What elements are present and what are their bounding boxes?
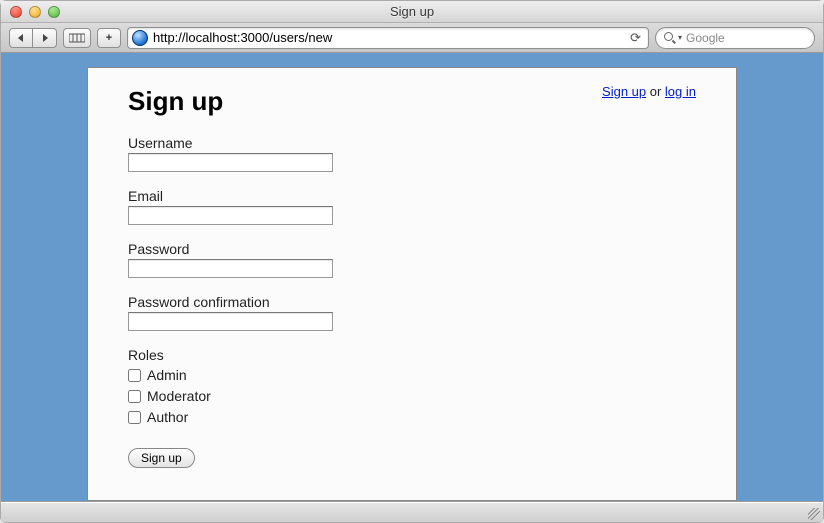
email-input[interactable] [128, 206, 333, 225]
or-text: or [646, 84, 665, 99]
password-label: Password [128, 241, 696, 257]
window-title: Sign up [1, 4, 823, 19]
role-checkbox-admin[interactable] [128, 369, 141, 382]
globe-icon [132, 30, 148, 46]
role-label-moderator: Moderator [147, 386, 211, 407]
close-window-button[interactable] [10, 6, 22, 18]
password-confirmation-label: Password confirmation [128, 294, 696, 310]
password-confirmation-input[interactable] [128, 312, 333, 331]
username-label: Username [128, 135, 696, 151]
role-label-author: Author [147, 407, 188, 428]
url-input[interactable] [153, 30, 625, 45]
nav-buttons [9, 28, 57, 48]
role-row-author: Author [128, 407, 696, 428]
email-label: Email [128, 188, 696, 204]
role-checkbox-author[interactable] [128, 411, 141, 424]
zoom-window-button[interactable] [48, 6, 60, 18]
search-field[interactable]: ▾ [655, 27, 815, 49]
search-icon [664, 32, 676, 44]
username-field: Username [128, 135, 696, 172]
minimize-window-button[interactable] [29, 6, 41, 18]
browser-viewport: Sign up or log in Sign up Username Email… [1, 53, 823, 502]
add-bookmark-button[interactable]: + [97, 28, 121, 48]
password-field: Password [128, 241, 696, 278]
email-field: Email [128, 188, 696, 225]
role-label-admin: Admin [147, 365, 187, 386]
search-input[interactable] [686, 31, 824, 45]
login-link[interactable]: log in [665, 84, 696, 99]
window-titlebar: Sign up [1, 1, 823, 23]
roles-group: Roles Admin Moderator Author [128, 347, 696, 428]
url-field[interactable]: ⟳ [127, 27, 649, 49]
role-row-moderator: Moderator [128, 386, 696, 407]
reload-icon[interactable]: ⟳ [627, 30, 644, 46]
password-confirmation-field: Password confirmation [128, 294, 696, 331]
signup-button[interactable]: Sign up [128, 448, 195, 468]
bookmarks-button[interactable] [63, 28, 91, 48]
chevron-down-icon: ▾ [678, 33, 682, 42]
status-bar [1, 502, 823, 522]
role-row-admin: Admin [128, 365, 696, 386]
username-input[interactable] [128, 153, 333, 172]
forward-button[interactable] [33, 28, 57, 48]
roles-label: Roles [128, 347, 696, 363]
role-checkbox-moderator[interactable] [128, 390, 141, 403]
browser-toolbar: + ⟳ ▾ [1, 23, 823, 53]
signup-link[interactable]: Sign up [602, 84, 646, 99]
password-input[interactable] [128, 259, 333, 278]
header-links: Sign up or log in [602, 84, 696, 99]
resize-handle[interactable] [808, 508, 820, 520]
back-button[interactable] [9, 28, 33, 48]
page-content: Sign up or log in Sign up Username Email… [87, 67, 737, 501]
plus-icon: + [106, 32, 112, 44]
traffic-lights [1, 6, 60, 18]
